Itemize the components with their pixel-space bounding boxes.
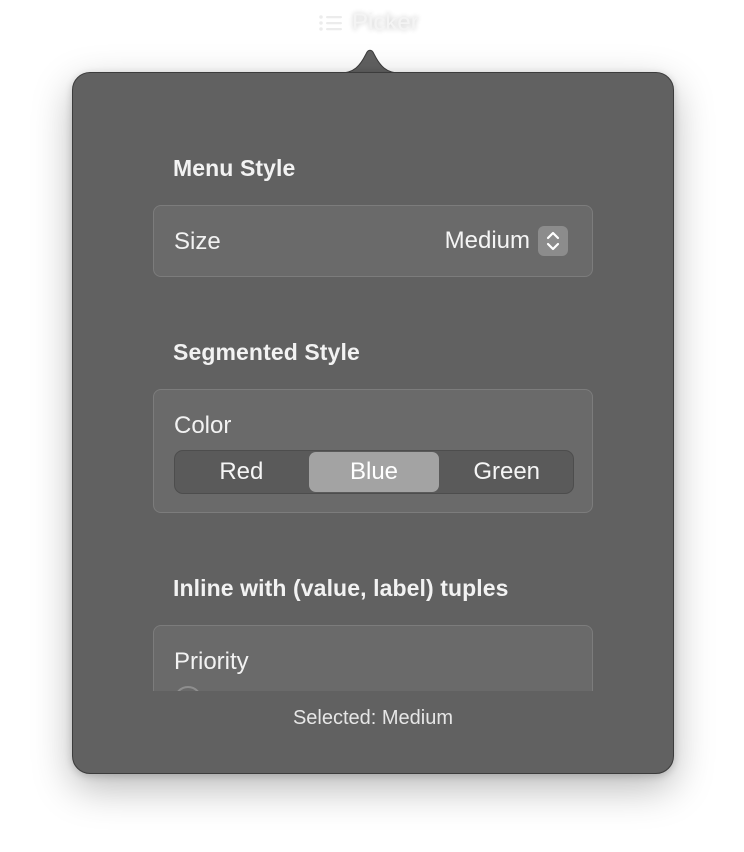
size-popup-button[interactable]: Medium (445, 226, 568, 256)
menu-style-heading: Menu Style (173, 155, 296, 181)
radio-button[interactable] (174, 686, 202, 691)
scroll-content[interactable]: Menu Style Size Medium Segmented Style C… (153, 145, 593, 691)
popover-arrow (340, 49, 400, 74)
selection-status: Selected: Medium (292, 707, 454, 729)
size-value: Medium (444, 227, 530, 254)
color-label: Color (174, 412, 232, 439)
picker-popover: Menu Style Size Medium Segmented Style C… (72, 72, 674, 774)
menubar-extra-picker[interactable]: Picker (318, 8, 419, 38)
size-label: Size (174, 228, 221, 255)
list-bullet-icon (319, 15, 342, 31)
screen: Picker Menu Style Size Medium Segmented … (0, 0, 744, 852)
segment-blue[interactable]: Blue (308, 452, 440, 492)
segmented-style-heading: Segmented Style (173, 339, 360, 365)
menu-style-group: Size Medium (153, 205, 593, 277)
segmented-style-group: Color Red Blue Green (153, 389, 593, 513)
segment-green[interactable]: Green (441, 452, 572, 492)
menubar-title: Picker (352, 9, 419, 36)
segment-red[interactable]: Red (176, 452, 307, 492)
up-down-chevron-icon (538, 226, 568, 256)
color-segmented-control: Red Blue Green (174, 450, 574, 494)
inline-style-heading: Inline with (value, label) tuples (173, 575, 509, 601)
inline-style-group: Priority (153, 625, 593, 691)
priority-label: Priority (174, 648, 249, 675)
